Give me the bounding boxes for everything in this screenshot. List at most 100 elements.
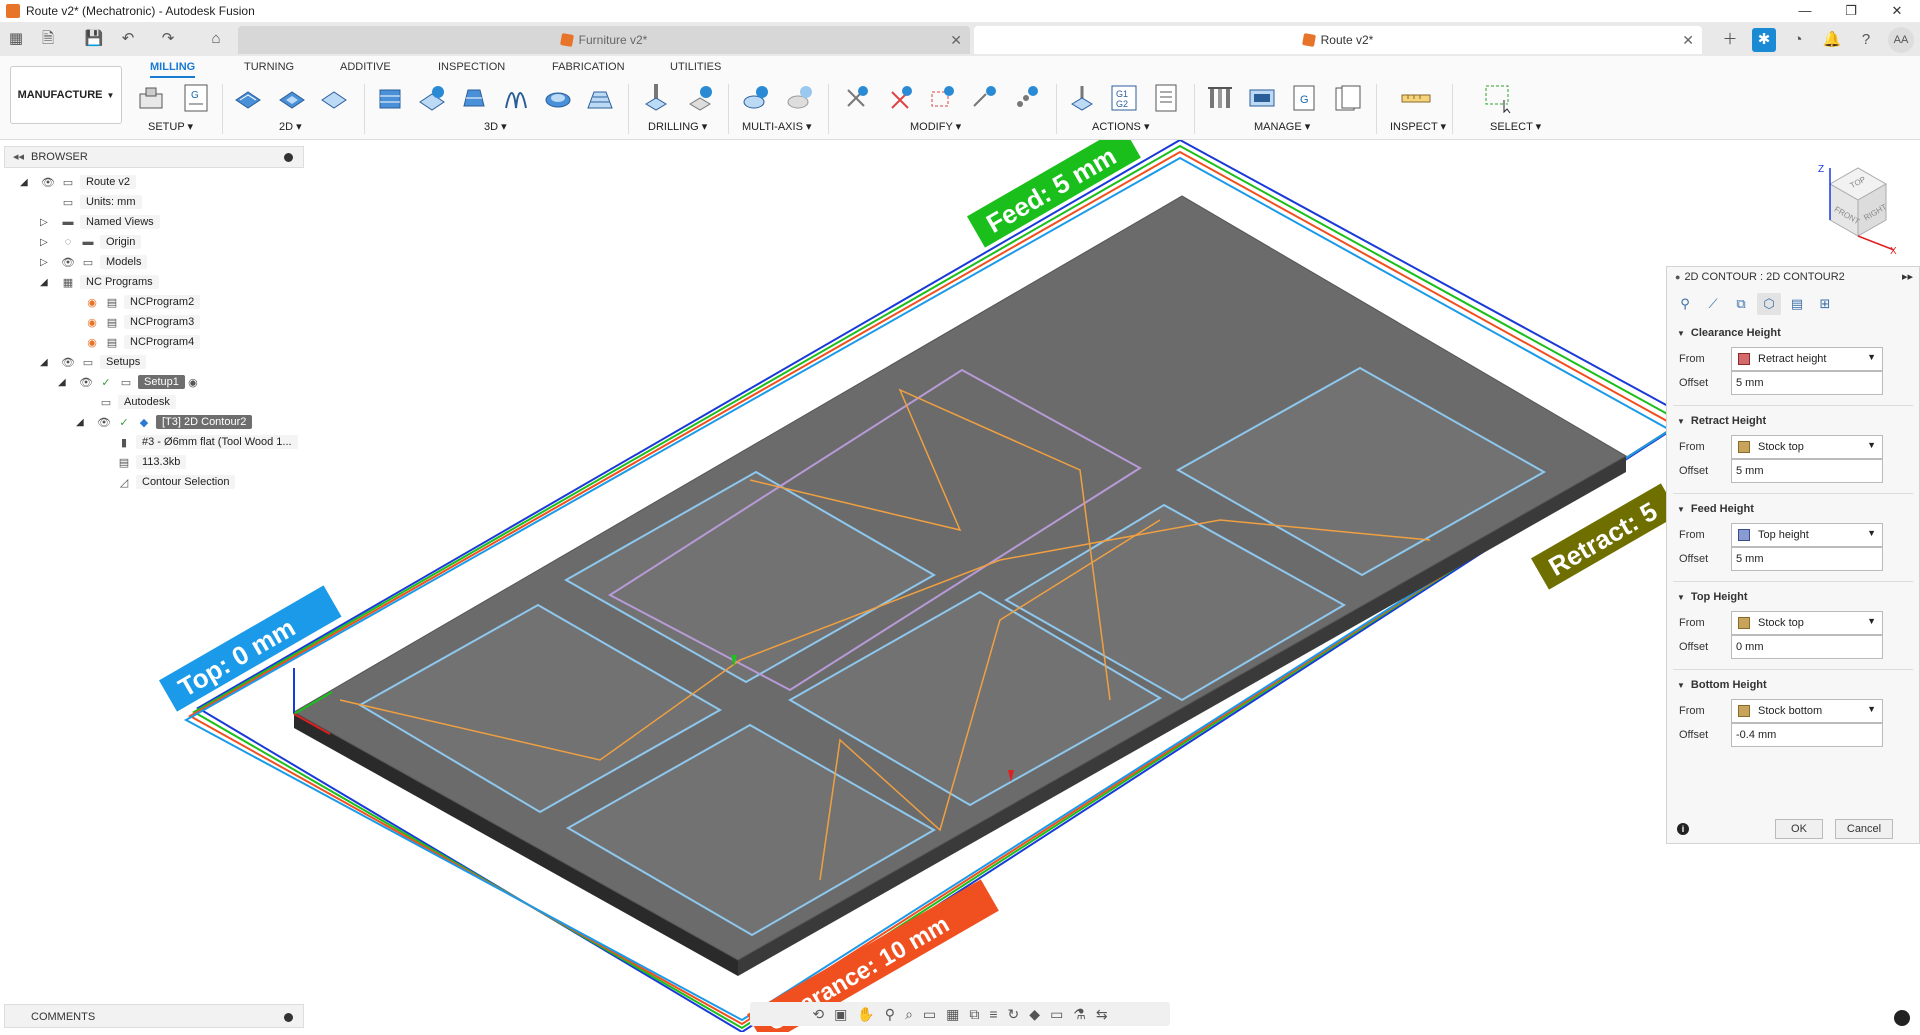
- help-icon[interactable]: ?: [1854, 28, 1878, 52]
- tab-info-icon[interactable]: ⊞: [1813, 293, 1837, 315]
- tab-geometry-icon[interactable]: ⟋: [1701, 293, 1725, 315]
- eye-icon[interactable]: 👁: [60, 254, 76, 270]
- tree-nc-program[interactable]: ◉ ▤ NCProgram4: [84, 332, 201, 352]
- tree-contour-selection[interactable]: ◿ Contour Selection: [116, 472, 236, 492]
- collapse-triangle-icon[interactable]: ◢: [40, 277, 52, 288]
- eye-hidden-icon[interactable]: ◌: [60, 234, 76, 250]
- tab-linking-icon[interactable]: ▤: [1785, 293, 1809, 315]
- template-library-icon[interactable]: [1332, 82, 1364, 114]
- clearance-offset-input[interactable]: 5 mm: [1731, 371, 1883, 395]
- tree-origin[interactable]: ▷ ◌ ▬ Origin: [40, 232, 142, 252]
- tool-library-icon[interactable]: [1204, 82, 1236, 114]
- top-from-select[interactable]: Stock top ▼: [1731, 611, 1883, 635]
- tree-operation[interactable]: ◢ 👁 ✓ ◆ [T3] 2D Contour2: [76, 412, 253, 432]
- tab-tool-icon[interactable]: ⚲: [1673, 293, 1697, 315]
- group-modify[interactable]: MODIFY ▾: [910, 120, 961, 133]
- text-commands-icon[interactable]: [1894, 1010, 1910, 1026]
- user-avatar[interactable]: AA: [1888, 27, 1914, 53]
- new-setup-icon[interactable]: [136, 82, 168, 114]
- collapse-triangle-icon[interactable]: ◢: [40, 357, 52, 368]
- home-icon[interactable]: ⌂: [206, 29, 226, 49]
- section-clearance-height[interactable]: Clearance Height: [1677, 327, 1781, 339]
- multi-axis-swarf-icon[interactable]: [740, 82, 772, 114]
- section-bottom-height[interactable]: Bottom Height: [1677, 679, 1767, 691]
- multi-axis-contour-icon[interactable]: [784, 82, 816, 114]
- expand-triangle-icon[interactable]: ▷: [40, 217, 52, 228]
- section-feed-height[interactable]: Feed Height: [1677, 503, 1754, 515]
- active-radio-icon[interactable]: ◉: [185, 374, 201, 390]
- collapse-panel-icon[interactable]: ◂◂: [13, 150, 24, 163]
- collapse-triangle-icon[interactable]: ◢: [20, 177, 32, 188]
- group-3d[interactable]: 3D ▾: [484, 120, 507, 133]
- pan-icon[interactable]: ✋: [857, 1006, 874, 1023]
- group-2d[interactable]: 2D ▾: [279, 120, 302, 133]
- tree-setups[interactable]: ◢ 👁 ▭ Setups: [40, 352, 147, 372]
- tree-machine[interactable]: ▭ Autodesk: [98, 392, 176, 412]
- modify-pattern-icon[interactable]: [1010, 82, 1042, 114]
- 3d-adaptive-icon[interactable]: [374, 82, 406, 114]
- group-multi-axis[interactable]: MULTI-AXIS ▾: [742, 120, 812, 133]
- close-tab-icon[interactable]: ✕: [1682, 32, 1694, 49]
- section-icon[interactable]: ≡: [989, 1006, 997, 1022]
- tab-utilities[interactable]: UTILITIES: [670, 58, 721, 78]
- feed-offset-input[interactable]: 5 mm: [1731, 547, 1883, 571]
- simulate-icon[interactable]: [1066, 82, 1098, 114]
- modify-cut-icon[interactable]: [840, 82, 872, 114]
- app-grid-icon[interactable]: ▦: [6, 29, 26, 49]
- tab-turning[interactable]: TURNING: [244, 58, 294, 78]
- cancel-button[interactable]: Cancel: [1835, 819, 1893, 839]
- save-icon[interactable]: 💾: [84, 29, 104, 49]
- extensions-icon[interactable]: ✱: [1752, 28, 1776, 52]
- tree-tool[interactable]: ▮ #3 - Ø6mm flat (Tool Wood 1...: [116, 432, 298, 452]
- 2d-adaptive-icon[interactable]: [232, 82, 264, 114]
- 3d-pocket-icon[interactable]: [416, 82, 448, 114]
- view-cube[interactable]: TOP FRONT RIGHT Z X: [1810, 160, 1900, 257]
- group-select[interactable]: SELECT ▾: [1490, 120, 1541, 133]
- redo-icon[interactable]: ↷: [158, 29, 178, 49]
- bottom-offset-input[interactable]: -0.4 mm: [1731, 723, 1883, 747]
- tab-furniture[interactable]: Furniture v2* ✕: [238, 26, 970, 54]
- tree-nc-program[interactable]: ◉ ▤ NCProgram2: [84, 292, 201, 312]
- close-tab-icon[interactable]: ✕: [950, 32, 962, 49]
- machine-library-icon[interactable]: [1246, 82, 1278, 114]
- 3d-viewport[interactable]: Feed: 5 mm Top: 0 mm Retract: 5 Clearanc…: [0, 126, 1920, 1035]
- workspace-switcher[interactable]: MANUFACTURE ▼: [10, 66, 122, 124]
- eye-icon[interactable]: 👁: [78, 374, 94, 390]
- expand-dialog-icon[interactable]: ▸▸: [1902, 270, 1913, 283]
- tab-fabrication[interactable]: FABRICATION: [552, 58, 625, 78]
- tree-nc-programs[interactable]: ◢ ▦ NC Programs: [40, 272, 159, 292]
- camera-icon[interactable]: ↻: [1008, 1006, 1020, 1023]
- 3d-contour-icon[interactable]: [584, 82, 616, 114]
- nc-program-icon[interactable]: G: [180, 82, 212, 114]
- tree-toolpath-size[interactable]: ▤ 113.3kb: [116, 452, 187, 472]
- group-actions[interactable]: ACTIONS ▾: [1092, 120, 1149, 133]
- tab-additive[interactable]: ADDITIVE: [340, 58, 391, 78]
- select-box-icon[interactable]: [1482, 82, 1514, 114]
- zoom-icon[interactable]: ⚲: [885, 1006, 895, 1023]
- eye-icon[interactable]: 👁: [40, 174, 56, 190]
- 3d-steep-icon[interactable]: [458, 82, 490, 114]
- comments-panel[interactable]: COMMENTS: [4, 1004, 304, 1028]
- bottom-from-select[interactable]: Stock bottom ▼: [1731, 699, 1883, 723]
- display-settings-icon[interactable]: ▭: [923, 1006, 936, 1023]
- eye-icon[interactable]: 👁: [96, 414, 112, 430]
- ok-button[interactable]: OK: [1775, 819, 1823, 839]
- modify-delete-icon[interactable]: [884, 82, 916, 114]
- pin-icon[interactable]: [284, 153, 293, 162]
- collapse-triangle-icon[interactable]: ◢: [58, 377, 70, 388]
- grid-icon[interactable]: ▦: [946, 1006, 959, 1023]
- modify-extend-icon[interactable]: [968, 82, 1000, 114]
- section-top-height[interactable]: Top Height: [1677, 591, 1748, 603]
- tab-inspection[interactable]: INSPECTION: [438, 58, 505, 78]
- retract-from-select[interactable]: Stock top ▼: [1731, 435, 1883, 459]
- add-comment-icon[interactable]: [284, 1013, 293, 1022]
- filter-icon[interactable]: ⚗: [1073, 1006, 1086, 1023]
- maximize-icon[interactable]: ❐: [1828, 0, 1874, 22]
- group-inspect[interactable]: INSPECT ▾: [1390, 120, 1446, 133]
- eye-icon[interactable]: 👁: [60, 354, 76, 370]
- group-manage[interactable]: MANAGE ▾: [1254, 120, 1310, 133]
- orbit-icon[interactable]: ⟲: [812, 1006, 824, 1023]
- tree-units[interactable]: ▭ Units: mm: [60, 192, 142, 212]
- tree-models[interactable]: ▷ 👁 ▭ Models: [40, 252, 148, 272]
- drill-icon[interactable]: [640, 82, 672, 114]
